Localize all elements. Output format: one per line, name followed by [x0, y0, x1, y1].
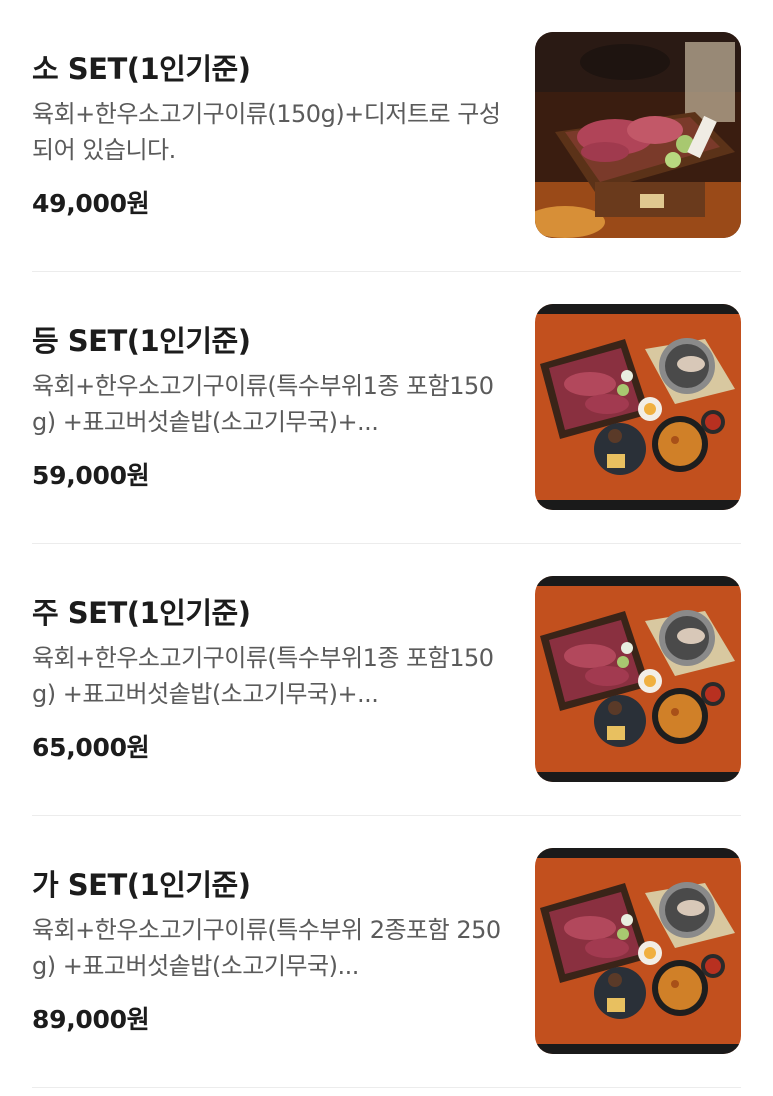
- menu-item[interactable]: 주 SET(1인기준) 육회+한우소고기구이류(특수부위1종 포함150g) +…: [0, 544, 773, 816]
- menu-item-price: 89,000원: [32, 1005, 150, 1034]
- divider: [32, 1087, 741, 1088]
- meat-box-photo: [535, 32, 741, 238]
- menu-item-title: 소 SET(1인기준): [32, 52, 251, 86]
- menu-item-photo[interactable]: [535, 32, 741, 238]
- menu-item-title: 가 SET(1인기준): [32, 868, 251, 902]
- menu-item[interactable]: 등 SET(1인기준) 육회+한우소고기구이류(특수부위1종 포함150g) +…: [0, 272, 773, 544]
- set-meal-photo: [535, 304, 741, 510]
- menu-item-price: 59,000원: [32, 461, 150, 490]
- menu-item-photo[interactable]: [535, 304, 741, 510]
- menu-item-description: 육회+한우소고기구이류(특수부위1종 포함150g) +표고버섯솥밥(소고기무국…: [32, 372, 494, 436]
- menu-item-title: 등 SET(1인기준): [32, 324, 251, 358]
- menu-item[interactable]: 소 SET(1인기준) 육회+한우소고기구이류(150g)+디저트로 구성되어 …: [0, 0, 773, 272]
- menu-item-description: 육회+한우소고기구이류(특수부위 2종포함 250g) +표고버섯솥밥(소고기무…: [32, 916, 501, 980]
- menu-item-title: 주 SET(1인기준): [32, 596, 251, 630]
- menu-item-price: 49,000원: [32, 189, 150, 218]
- set-meal-photo: [535, 576, 741, 782]
- set-meal-photo: [535, 848, 741, 1054]
- menu-item-photo[interactable]: [535, 848, 741, 1054]
- menu-item-photo[interactable]: [535, 576, 741, 782]
- menu-item-description: 육회+한우소고기구이류(150g)+디저트로 구성되어 있습니다.: [32, 100, 501, 164]
- menu-item-price: 65,000원: [32, 733, 150, 762]
- menu-item[interactable]: 가 SET(1인기준) 육회+한우소고기구이류(특수부위 2종포함 250g) …: [0, 816, 773, 1088]
- menu-item-description: 육회+한우소고기구이류(특수부위1종 포함150g) +표고버섯솥밥(소고기무국…: [32, 644, 494, 708]
